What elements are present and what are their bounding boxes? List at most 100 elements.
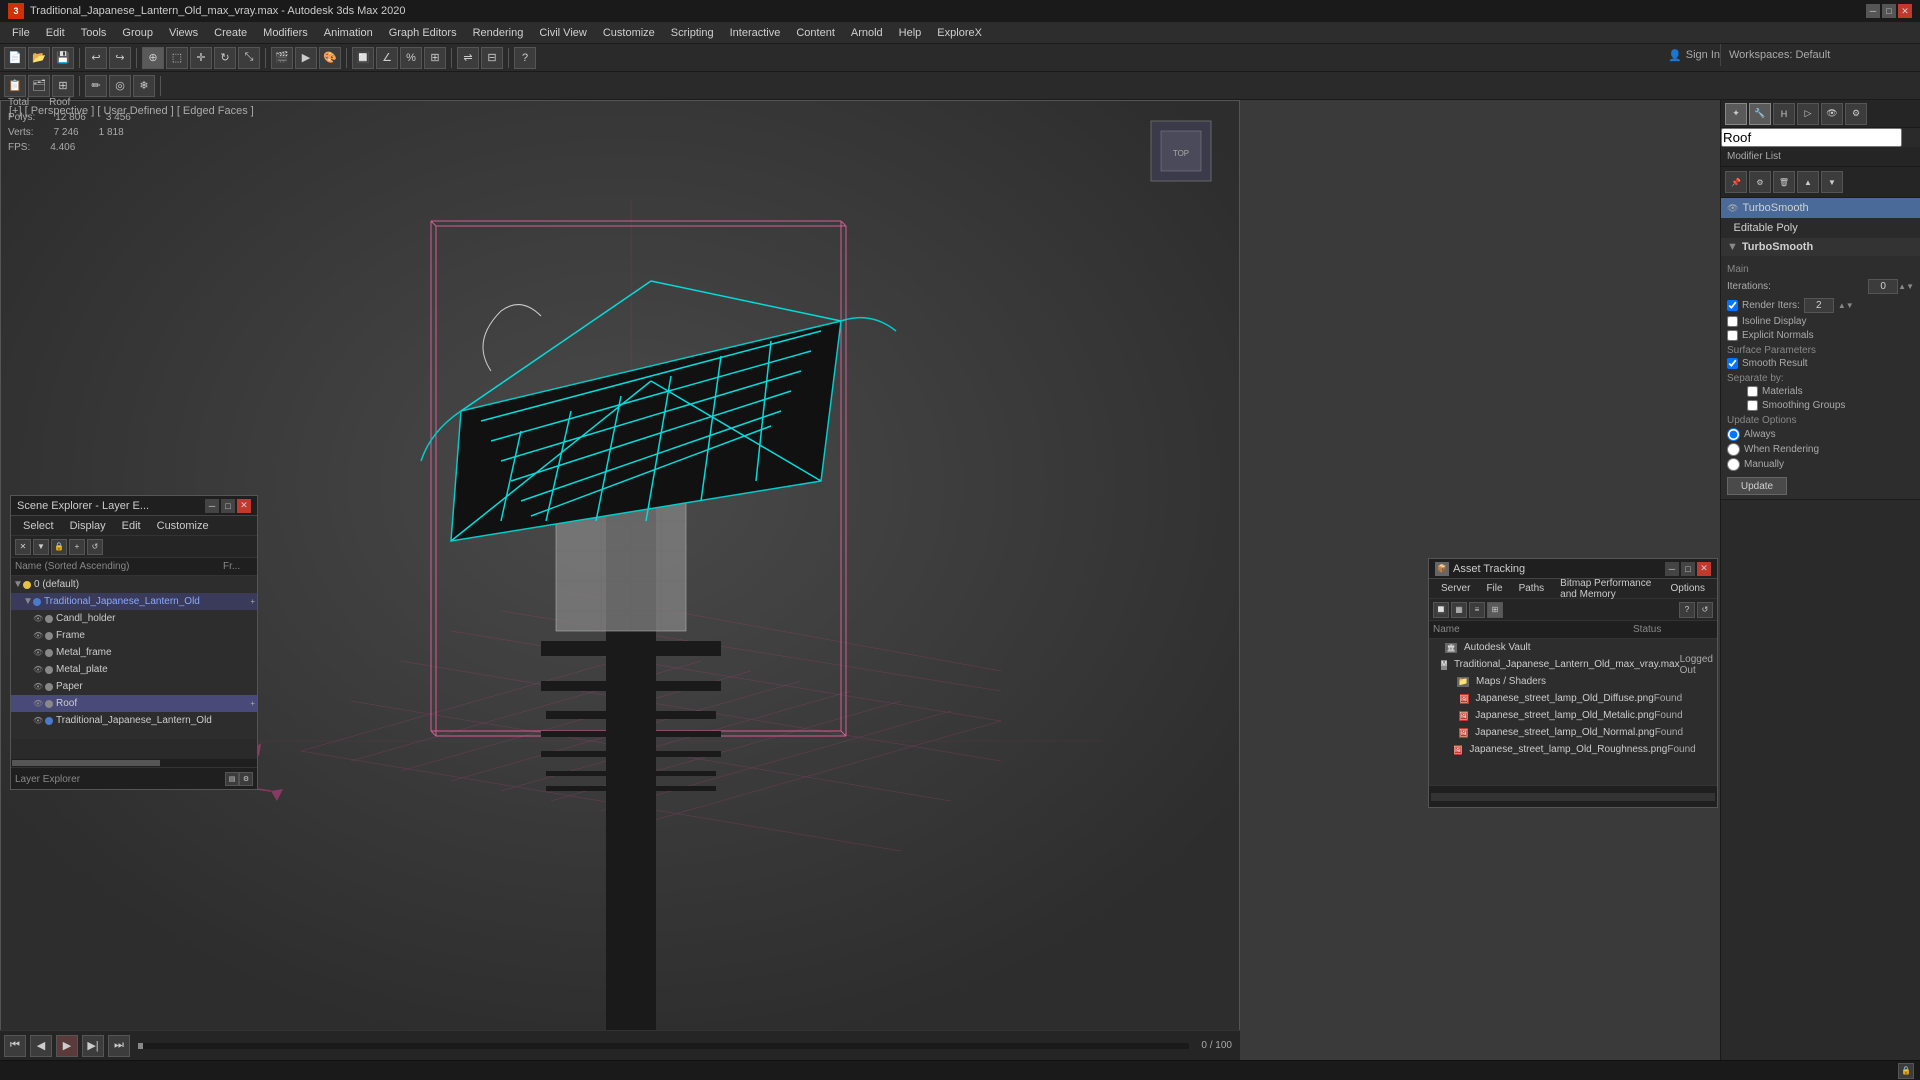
at-maximize-button[interactable]: □ xyxy=(1681,562,1695,576)
menu-animation[interactable]: Animation xyxy=(316,23,381,43)
se-item-default-layer[interactable]: ▼ 0 (default) xyxy=(11,576,257,593)
se-footer-btn-2[interactable]: ⚙ xyxy=(239,772,253,786)
close-button[interactable]: ✕ xyxy=(1898,4,1912,18)
new-button[interactable]: 📄 xyxy=(4,47,26,69)
menu-rendering[interactable]: Rendering xyxy=(465,23,532,43)
grid-button[interactable]: ⊞ xyxy=(52,75,74,97)
window-controls[interactable]: ─ □ ✕ xyxy=(1866,4,1912,18)
se-add-button[interactable]: + xyxy=(69,539,85,555)
at-row-normal[interactable]: 🖼 Japanese_street_lamp_Old_Normal.png Fo… xyxy=(1429,724,1717,741)
select-button[interactable]: ⊕ xyxy=(142,47,164,69)
at-menu-server[interactable]: Server xyxy=(1433,581,1478,596)
se-item-metalframe[interactable]: 👁 Metal_frame xyxy=(11,644,257,661)
menu-arnold[interactable]: Arnold xyxy=(843,23,891,43)
angle-snap-button[interactable]: ∠ xyxy=(376,47,398,69)
se-scrollbar-h[interactable] xyxy=(11,759,257,767)
spinner-snap-button[interactable]: ⊞ xyxy=(424,47,446,69)
menu-civil-view[interactable]: Civil View xyxy=(531,23,594,43)
menu-graph-editors[interactable]: Graph Editors xyxy=(381,23,465,43)
se-lock-button[interactable]: 🔒 xyxy=(51,539,67,555)
paint-button[interactable]: ✏ xyxy=(85,75,107,97)
se-item-metalplate[interactable]: 👁 Metal_plate xyxy=(11,661,257,678)
menu-scripting[interactable]: Scripting xyxy=(663,23,722,43)
layer-manager-button[interactable]: 📋 xyxy=(4,75,26,97)
se-maximize-button[interactable]: □ xyxy=(221,499,235,513)
freeze-button[interactable]: ❄ xyxy=(133,75,155,97)
modifier-editable-poly[interactable]: . Editable Poly xyxy=(1721,218,1920,238)
turbosm-header[interactable]: ▼ TurboSmooth xyxy=(1721,238,1920,256)
save-button[interactable]: 💾 xyxy=(52,47,74,69)
modifier-delete-button[interactable]: 🗑 xyxy=(1773,171,1795,193)
render-iters-value[interactable]: 2 xyxy=(1804,298,1834,313)
anim-play-fwd-button[interactable]: ▶ xyxy=(56,1035,78,1057)
smooth-result-checkbox[interactable] xyxy=(1727,358,1738,369)
se-menu-edit[interactable]: Edit xyxy=(114,518,149,534)
anim-play-button[interactable]: ⏮ xyxy=(4,1035,26,1057)
explicit-normals-checkbox[interactable] xyxy=(1727,330,1738,341)
move-button[interactable]: ✛ xyxy=(190,47,212,69)
at-row-diffuse[interactable]: 🖼 Japanese_street_lamp_Old_Diffuse.png F… xyxy=(1429,690,1717,707)
mirror-button[interactable]: ⇌ xyxy=(457,47,479,69)
signin-label[interactable]: Sign In xyxy=(1686,49,1720,61)
at-row-max-file[interactable]: M Traditional_Japanese_Lantern_Old_max_v… xyxy=(1429,656,1717,673)
create-tab[interactable]: ✦ xyxy=(1725,103,1747,125)
se-sort-button[interactable]: ▼ xyxy=(33,539,49,555)
iterations-spinner[interactable]: ▲▼ xyxy=(1898,282,1914,291)
at-icon-btn-3[interactable]: ≡ xyxy=(1469,602,1485,618)
hierarchy-tab[interactable]: H xyxy=(1773,103,1795,125)
render-setup-button[interactable]: 🎬 xyxy=(271,47,293,69)
maximize-button[interactable]: □ xyxy=(1882,4,1896,18)
anim-prev-button[interactable]: ◀ xyxy=(30,1035,52,1057)
modifier-name-input[interactable] xyxy=(1721,128,1902,147)
smoothing-groups-checkbox[interactable] xyxy=(1747,400,1758,411)
se-close-button[interactable]: ✕ xyxy=(237,499,251,513)
at-icon-btn-4[interactable]: ⊞ xyxy=(1487,602,1503,618)
utilities-tab[interactable]: ⚙ xyxy=(1845,103,1867,125)
menu-tools[interactable]: Tools xyxy=(73,23,115,43)
lock-button[interactable]: 🔒 xyxy=(1898,1063,1914,1079)
menu-explorex[interactable]: ExploreX xyxy=(929,23,990,43)
se-minimize-button[interactable]: ─ xyxy=(205,499,219,513)
se-item-candl[interactable]: 👁 Candl_holder xyxy=(11,610,257,627)
workspace-value[interactable]: Default xyxy=(1795,49,1830,61)
minimize-button[interactable]: ─ xyxy=(1866,4,1880,18)
isoline-checkbox[interactable] xyxy=(1727,316,1738,327)
at-icon-btn-2[interactable]: ▦ xyxy=(1451,602,1467,618)
at-menu-bitmap[interactable]: Bitmap Performance and Memory xyxy=(1552,576,1662,602)
help-button[interactable]: ? xyxy=(514,47,536,69)
motion-tab[interactable]: ▷ xyxy=(1797,103,1819,125)
anim-next-button[interactable]: ▶| xyxy=(82,1035,104,1057)
undo-button[interactable]: ↩ xyxy=(85,47,107,69)
select-region-button[interactable]: ⬚ xyxy=(166,47,188,69)
at-row-roughness[interactable]: 🖼 Japanese_street_lamp_Old_Roughness.png… xyxy=(1429,741,1717,758)
menu-content[interactable]: Content xyxy=(788,23,843,43)
menu-group[interactable]: Group xyxy=(114,23,161,43)
menu-interactive[interactable]: Interactive xyxy=(722,23,789,43)
at-close-button[interactable]: ✕ xyxy=(1697,562,1711,576)
menu-file[interactable]: File xyxy=(4,23,38,43)
when-rendering-radio[interactable] xyxy=(1727,443,1740,456)
se-item-lantern-leaf[interactable]: 👁 Traditional_Japanese_Lantern_Old xyxy=(11,712,257,729)
at-menu-options[interactable]: Options xyxy=(1663,581,1713,596)
modifier-pin-button[interactable]: 📌 xyxy=(1725,171,1747,193)
se-footer-btn-1[interactable]: ▤ xyxy=(225,772,239,786)
se-sync-button[interactable]: ↺ xyxy=(87,539,103,555)
at-row-vault[interactable]: 🏛 Autodesk Vault xyxy=(1429,639,1717,656)
modifier-turbosm[interactable]: 👁 TurboSmooth xyxy=(1721,198,1920,218)
at-row-metalic[interactable]: 🖼 Japanese_street_lamp_Old_Metalic.png F… xyxy=(1429,707,1717,724)
modifier-config-button[interactable]: ⚙ xyxy=(1749,171,1771,193)
render-button[interactable]: ▶ xyxy=(295,47,317,69)
at-scrollbar[interactable] xyxy=(1431,793,1715,801)
always-radio[interactable] xyxy=(1727,428,1740,441)
modifier-move-up-button[interactable]: ▲ xyxy=(1797,171,1819,193)
menu-customize[interactable]: Customize xyxy=(595,23,663,43)
at-refresh-btn[interactable]: ↺ xyxy=(1697,602,1713,618)
menu-help[interactable]: Help xyxy=(891,23,930,43)
se-menu-select[interactable]: Select xyxy=(15,518,62,534)
se-item-lantern-group[interactable]: ▼ Traditional_Japanese_Lantern_Old + xyxy=(11,593,257,610)
at-help-btn[interactable]: ? xyxy=(1679,602,1695,618)
align-button[interactable]: ⊟ xyxy=(481,47,503,69)
se-item-paper[interactable]: 👁 Paper xyxy=(11,678,257,695)
percent-snap-button[interactable]: % xyxy=(400,47,422,69)
manually-radio[interactable] xyxy=(1727,458,1740,471)
